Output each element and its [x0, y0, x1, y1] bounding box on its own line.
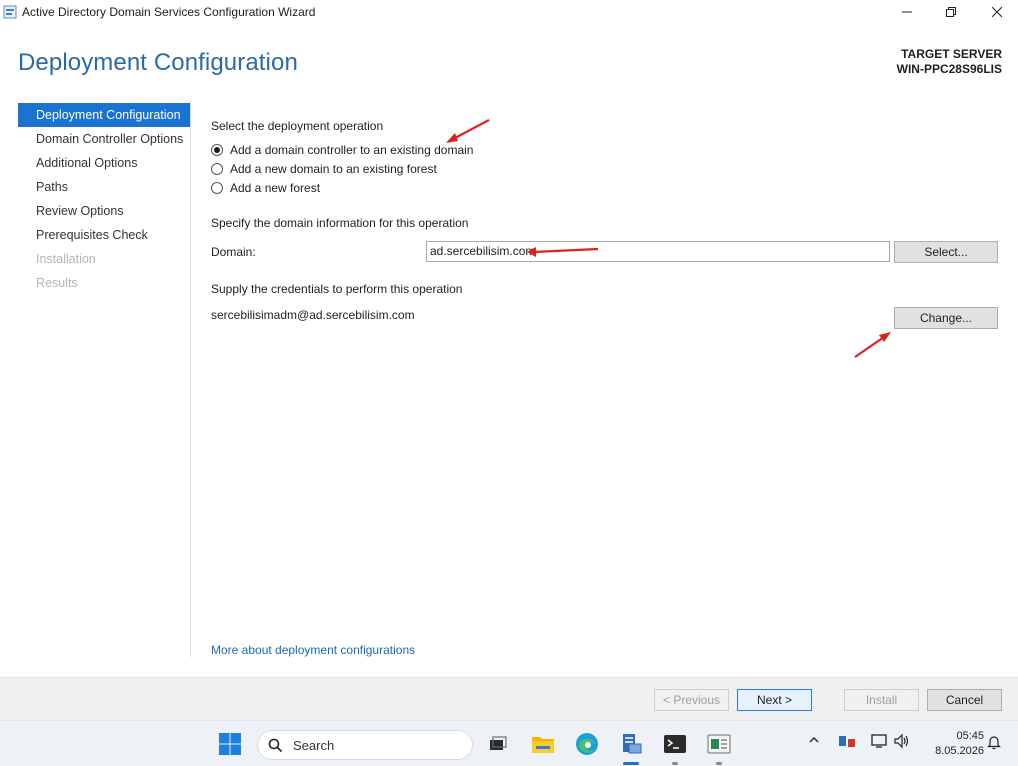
- active-app-indicator: [623, 762, 639, 765]
- radio-selected-dot: [214, 147, 220, 153]
- close-icon: [992, 7, 1002, 17]
- credentials-heading: Supply the credentials to perform this o…: [211, 282, 463, 296]
- taskbar: Search 05:45 8.05.2026: [0, 720, 1018, 766]
- minimize-icon: [902, 11, 912, 13]
- settings-app-icon[interactable]: [705, 730, 733, 758]
- server-manager-taskbar-icon[interactable]: [617, 730, 645, 758]
- page-title: Deployment Configuration: [18, 49, 298, 76]
- restore-icon: [946, 7, 956, 17]
- running-app-indicator: [672, 762, 678, 765]
- change-button[interactable]: Change...: [894, 307, 998, 329]
- wizard-window: Active Directory Domain Services Configu…: [0, 0, 1018, 720]
- volume-icon[interactable]: [893, 733, 911, 752]
- radio-button[interactable]: [211, 182, 223, 194]
- server-manager-icon: [3, 5, 17, 19]
- option-add-new-forest[interactable]: Add a new forest: [211, 181, 320, 195]
- next-button[interactable]: Next >: [737, 689, 812, 711]
- radio-button[interactable]: [211, 144, 223, 156]
- target-server-label: TARGET SERVER: [901, 47, 1002, 61]
- monitor-icon[interactable]: [871, 733, 889, 752]
- radio-button[interactable]: [211, 163, 223, 175]
- taskbar-search[interactable]: Search: [257, 730, 473, 760]
- network-icon[interactable]: [838, 733, 856, 752]
- chevron-up-icon[interactable]: [808, 733, 820, 749]
- nav-divider: [190, 100, 191, 657]
- domain-label: Domain:: [211, 245, 256, 259]
- file-explorer-icon[interactable]: [529, 730, 557, 758]
- nav-item-additional-options[interactable]: Additional Options: [18, 151, 190, 175]
- wizard-steps-nav: Deployment Configuration Domain Controll…: [18, 103, 190, 295]
- target-server: TARGET SERVER WIN-PPC28S96LIS: [897, 47, 1002, 77]
- option-add-domain-existing-forest[interactable]: Add a new domain to an existing forest: [211, 162, 437, 176]
- search-placeholder: Search: [293, 737, 335, 753]
- nav-item-review-options[interactable]: Review Options: [18, 199, 190, 223]
- install-button: Install: [844, 689, 919, 711]
- clock-time: 05:45: [956, 730, 984, 742]
- nav-item-installation: Installation: [36, 252, 96, 266]
- edge-browser-icon[interactable]: [573, 730, 601, 758]
- title-bar[interactable]: Active Directory Domain Services Configu…: [0, 0, 1018, 24]
- window-title: Active Directory Domain Services Configu…: [22, 5, 316, 19]
- previous-button: < Previous: [654, 689, 729, 711]
- minimize-button[interactable]: [884, 0, 930, 24]
- nav-item-results: Results: [36, 276, 78, 290]
- nav-item-prerequisites-check[interactable]: Prerequisites Check: [18, 223, 190, 247]
- target-server-name: WIN-PPC28S96LIS: [896, 62, 1002, 76]
- notification-bell-icon[interactable]: [986, 734, 1002, 753]
- cancel-button[interactable]: Cancel: [927, 689, 1002, 711]
- domain-info-heading: Specify the domain information for this …: [211, 216, 469, 230]
- system-clock[interactable]: 05:45 8.05.2026: [935, 729, 984, 759]
- restore-button[interactable]: [928, 0, 974, 24]
- search-icon: [268, 738, 283, 753]
- option-label: Add a new forest: [230, 181, 321, 195]
- terminal-icon[interactable]: [661, 730, 689, 758]
- close-button[interactable]: [974, 0, 1018, 24]
- clock-date: 8.05.2026: [935, 745, 984, 757]
- nav-item-deployment-configuration[interactable]: Deployment Configuration: [18, 103, 190, 127]
- start-icon[interactable]: [216, 730, 244, 758]
- wizard-footer: < Previous Next > Install Cancel: [0, 677, 1018, 720]
- domain-input[interactable]: ad.sercebilisim.com: [426, 241, 890, 262]
- nav-item-domain-controller-options[interactable]: Domain Controller Options: [18, 127, 190, 151]
- option-add-dc-existing-domain[interactable]: Add a domain controller to an existing d…: [211, 143, 473, 157]
- select-button[interactable]: Select...: [894, 241, 998, 263]
- nav-item-paths[interactable]: Paths: [18, 175, 190, 199]
- credentials-value: sercebilisimadm@ad.sercebilisim.com: [211, 308, 415, 322]
- option-label: Add a new domain to an existing forest: [230, 162, 437, 176]
- option-label: Add a domain controller to an existing d…: [230, 143, 474, 157]
- more-about-link[interactable]: More about deployment configurations: [211, 643, 415, 657]
- operation-heading: Select the deployment operation: [211, 119, 384, 133]
- running-app-indicator: [716, 762, 722, 765]
- task-view-icon[interactable]: [484, 730, 512, 758]
